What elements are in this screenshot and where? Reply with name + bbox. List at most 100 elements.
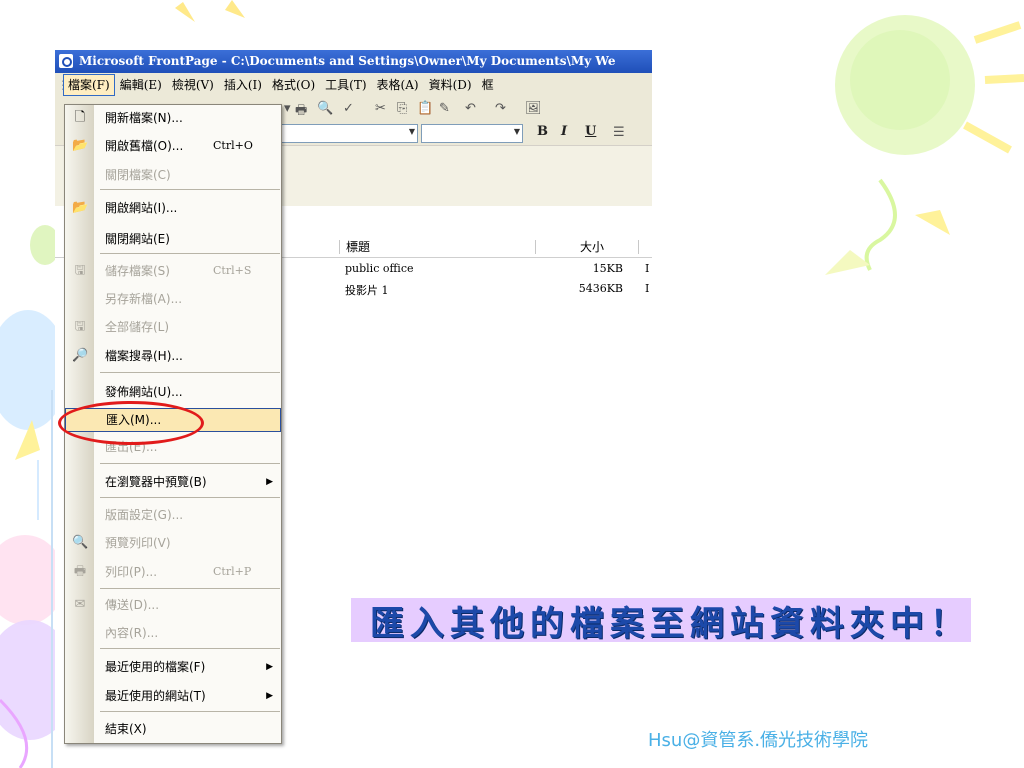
align-left-icon[interactable]: ☰: [613, 125, 625, 140]
open-web-icon: 📂: [72, 200, 89, 215]
file-search-icon: 🔎: [72, 348, 89, 363]
style-combo[interactable]: ▼: [281, 124, 418, 143]
column-title-header[interactable]: 標題: [346, 237, 370, 257]
submenu-arrow-icon: ▶: [266, 477, 273, 487]
menu-item-label: 列印(P)...: [105, 565, 158, 579]
menu-item-save[interactable]: 🖫 儲存檔案(S) Ctrl+S: [65, 260, 281, 282]
menu-item-shortcut: Ctrl+S: [213, 264, 252, 277]
menu-item-label: 開啟舊檔(O)...: [105, 139, 184, 153]
menu-item-file-search[interactable]: 🔎 檔案搜尋(H)...: [65, 345, 281, 367]
chevron-down-icon: ▼: [513, 127, 520, 136]
window-titlebar[interactable]: Microsoft FrontPage - C:\Documents and S…: [55, 50, 652, 73]
save-icon: 🖫: [74, 263, 86, 278]
insert-image-icon[interactable]: 🖼: [525, 101, 542, 116]
undo-icon[interactable]: ↶: [465, 101, 476, 116]
dropdown-arrow-icon[interactable]: ▾: [284, 101, 291, 116]
print-preview-icon[interactable]: 🔍: [317, 101, 333, 116]
menu-item-label: 在瀏覽器中預覽(B): [105, 475, 207, 489]
file-size: 5436KB: [578, 282, 623, 295]
menu-item-recent-webs[interactable]: 最近使用的網站(T) ▶: [65, 685, 281, 707]
menu-item-label: 另存新檔(A)...: [105, 292, 183, 306]
print-icon[interactable]: 🖶: [295, 101, 307, 123]
menu-item-label: 內容(R)...: [105, 626, 159, 640]
file-extra: I: [645, 262, 650, 275]
print-icon: 🖶: [73, 564, 87, 579]
menu-item-label: 發佈網站(U)...: [105, 385, 183, 399]
menu-item-exit[interactable]: 結束(X): [65, 718, 281, 740]
menu-item-publish-web[interactable]: 發佈網站(U)...: [65, 381, 281, 403]
menu-item-properties[interactable]: 內容(R)...: [65, 622, 281, 644]
menu-item-send[interactable]: ✉ 傳送(D)...: [65, 594, 281, 616]
menu-item-recent-files[interactable]: 最近使用的檔案(F) ▶: [65, 656, 281, 678]
slide-caption: 匯入其他的檔案至網站資料夾中！: [370, 604, 970, 644]
bold-button[interactable]: B: [537, 124, 548, 139]
copy-icon[interactable]: ⎘: [397, 101, 407, 116]
menu-frames[interactable]: 框: [477, 73, 499, 97]
submenu-arrow-icon: ▶: [266, 691, 273, 701]
menu-item-label: 版面設定(G)...: [105, 508, 184, 522]
menu-edit[interactable]: 編輯(E): [115, 73, 167, 97]
menu-insert[interactable]: 插入(I): [219, 73, 267, 97]
paste-icon[interactable]: 📋: [417, 101, 433, 116]
new-file-icon: 🗋: [74, 110, 86, 125]
menu-item-shortcut: Ctrl+O: [213, 139, 253, 152]
menu-bar: ⋮檔案(F)編輯(E)檢視(V)插入(I)格式(O)工具(T)表格(A)資料(D…: [55, 73, 652, 97]
menu-item-label: 結束(X): [105, 722, 147, 736]
menu-item-label: 儲存檔案(S): [105, 264, 170, 278]
font-combo[interactable]: ▼: [421, 124, 523, 143]
column-size-header[interactable]: 大小: [580, 237, 604, 257]
cut-icon[interactable]: ✂: [375, 101, 386, 116]
menu-separator: [100, 189, 280, 190]
menu-item-close-file[interactable]: 關閉檔案(C): [65, 164, 281, 186]
menu-item-open-web[interactable]: 📂 開啟網站(I)...: [65, 197, 281, 219]
menu-item-page-setup[interactable]: 版面設定(G)...: [65, 504, 281, 526]
chevron-down-icon: ▼: [408, 127, 415, 136]
save-all-icon: 🖫: [74, 319, 86, 334]
file-extra: I: [645, 282, 650, 295]
menu-item-label: 關閉網站(E): [105, 232, 170, 246]
file-title: 投影片 1: [345, 284, 389, 297]
menu-format[interactable]: 格式(O): [267, 73, 320, 97]
highlight-ring: [58, 401, 204, 445]
menu-separator: [100, 588, 280, 589]
frontpage-app-icon: [59, 54, 73, 68]
menu-separator: [100, 463, 280, 464]
menu-item-label: 全部儲存(L): [105, 320, 170, 334]
column-separator[interactable]: [339, 240, 340, 254]
menu-item-close-web[interactable]: 關閉網站(E): [65, 228, 281, 250]
menu-view[interactable]: 檢視(V): [167, 73, 219, 97]
menu-item-label: 最近使用的網站(T): [105, 689, 206, 703]
open-folder-icon: 📂: [72, 138, 89, 153]
redo-icon[interactable]: ↷: [495, 101, 506, 116]
column-separator[interactable]: [638, 240, 639, 254]
menu-item-label: 開新檔案(N)...: [105, 111, 183, 125]
format-painter-icon[interactable]: ✎: [439, 101, 450, 116]
menu-item-print[interactable]: 🖶 列印(P)... Ctrl+P: [65, 561, 281, 583]
menu-item-open-file[interactable]: 📂 開啟舊檔(O)... Ctrl+O: [65, 135, 281, 157]
menu-table[interactable]: 表格(A): [372, 73, 424, 97]
column-separator[interactable]: [535, 240, 536, 254]
underline-button[interactable]: U: [585, 124, 596, 139]
menu-separator: [100, 497, 280, 498]
menu-item-label: 檔案搜尋(H)...: [105, 349, 183, 363]
menu-separator: [100, 711, 280, 712]
menu-item-save-all[interactable]: 🖫 全部儲存(L): [65, 316, 281, 338]
menu-item-save-as[interactable]: 另存新檔(A)...: [65, 288, 281, 310]
author-credit: Hsu@資管系.僑光技術學院: [648, 730, 869, 751]
spelling-icon[interactable]: ✓: [343, 101, 354, 116]
menu-separator: [100, 648, 280, 649]
menu-item-preview-in-browser[interactable]: 在瀏覽器中預覽(B) ▶: [65, 471, 281, 493]
menu-data[interactable]: 資料(D): [424, 73, 477, 97]
menu-item-print-preview[interactable]: 🔍 預覽列印(V): [65, 532, 281, 554]
menu-separator: [100, 253, 280, 254]
file-title: public office: [345, 262, 414, 275]
send-icon: ✉: [74, 597, 86, 612]
menu-item-label: 傳送(D)...: [105, 598, 160, 612]
menu-tools[interactable]: 工具(T): [320, 73, 371, 97]
italic-button[interactable]: I: [561, 124, 567, 139]
menu-item-new-file[interactable]: 🗋 開新檔案(N)...: [65, 107, 281, 129]
window-title: Microsoft FrontPage - C:\Documents and S…: [79, 54, 616, 68]
print-preview-icon: 🔍: [72, 535, 89, 550]
menu-file[interactable]: 檔案(F): [63, 74, 115, 96]
submenu-arrow-icon: ▶: [266, 662, 273, 672]
